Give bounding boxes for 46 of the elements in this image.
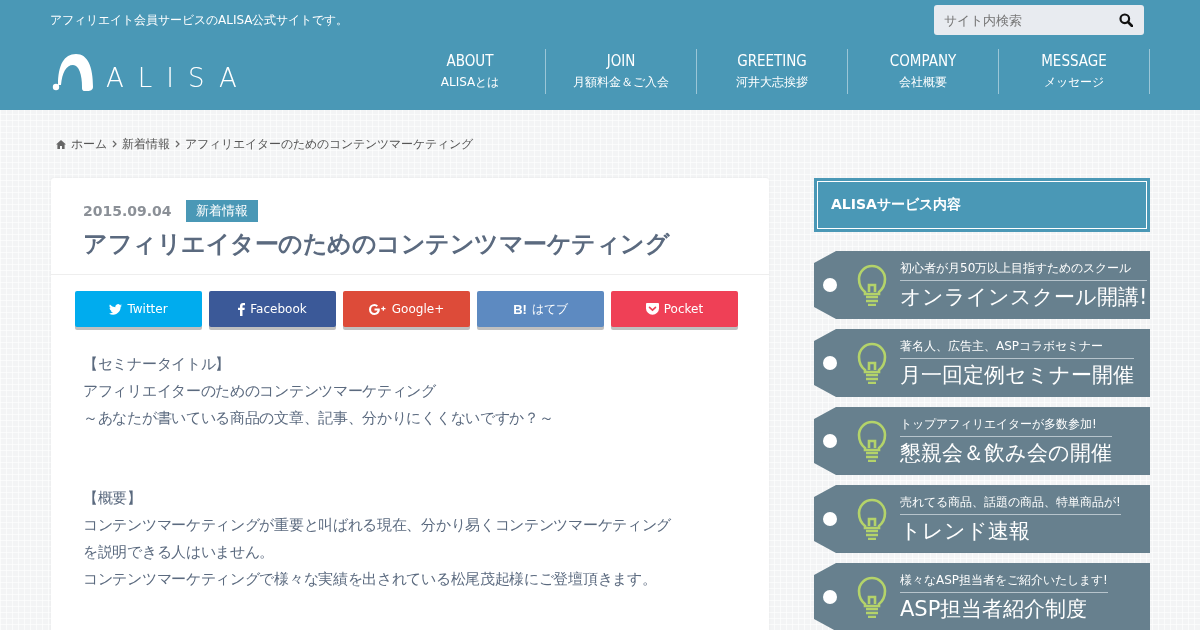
nav-link[interactable]: COMPANY 会社概要 [848,49,999,94]
search-icon[interactable] [1119,13,1133,27]
bird-icon [109,303,123,315]
nav-link[interactable]: JOIN 月額料金＆ご入会 [546,49,697,94]
service-banner[interactable]: トップアフィリエイターが多数参加! 懇親会＆飲み会の開催 [814,407,1150,475]
facebook-icon [238,302,246,316]
facebook-share-button[interactable]: Facebook [209,291,336,327]
nav-link[interactable]: ABOUT ALISAとは [395,49,546,94]
search-field[interactable]: サイト内検索 [934,5,1144,35]
body-text: 【セミナータイトル】 [83,354,231,375]
lightbulb-icon [857,264,887,306]
service-banner[interactable]: 売れてる商品、話題の商品、特単商品が! トレンド速報 [814,485,1150,553]
sidebar-heading: ALISAサービス内容 [817,181,1147,229]
lightbulb-icon [857,420,887,462]
google-share-button[interactable]: Google+ [343,291,470,327]
pocket-share-button[interactable]: Pocket [611,291,738,327]
logo-text[interactable]: ALISA [106,64,251,91]
breadcrumb-current-page: アフィリエイターのためのコンテンツマーケティング [185,135,473,153]
chevron-icon [175,140,180,148]
nav-link[interactable]: GREETING 河井大志挨拶 [697,49,848,94]
category-tag[interactable]: 新着情報 [185,200,258,222]
site-tagline: アフィリエイト会員サービスのALISA公式サイトです。 [50,11,349,29]
service-banner[interactable]: 初心者が月50万以上目指すためのスクール オンラインスクール開講! [814,251,1150,319]
post-title: アフィリエイターのためのコンテンツマーケティング [83,229,671,260]
twitter-share-button[interactable]: Twitter [75,291,202,327]
post-date: 2015.09.04 [83,203,172,219]
body-text: ～あなたが書いている商品の文章、記事、分かりにくくないですか？～ [83,408,555,429]
lightbulb-icon [857,498,887,540]
service-banner[interactable]: 様々なASP担当者をご紹介いたします! ASP担当者紹介制度 [814,563,1150,630]
google-plus-icon [368,303,387,315]
service-banner[interactable]: 著名人、広告主、ASPコラボセミナー 月一回定例セミナー開催 [814,329,1150,397]
breadcrumb-link[interactable]: 新着情報 [122,135,170,153]
logo-icon[interactable] [52,52,94,91]
body-text: 【概要】 [83,488,143,509]
body-text: を説明できる人はいません。 [83,542,276,563]
body-text: コンテンツマーケティングで様々な実績を出されている松尾茂起様にご登壇頂きます。 [83,569,658,590]
lightbulb-icon [857,576,887,618]
chevron-icon [112,140,117,148]
nav-link[interactable]: MESSAGE メッセージ [999,49,1150,94]
body-text: コンテンツマーケティングが重要と叫ばれる現在、分かり易くコンテンツマーケティング [83,515,672,536]
home-icon [56,139,66,149]
body-text: アフィリエイターのためのコンテンツマーケティング [83,381,437,402]
hatena-share-button[interactable]: B! はてブ [477,291,604,327]
pocket-icon [645,303,659,315]
breadcrumb-link[interactable]: ホーム [71,135,107,153]
lightbulb-icon [857,342,887,384]
